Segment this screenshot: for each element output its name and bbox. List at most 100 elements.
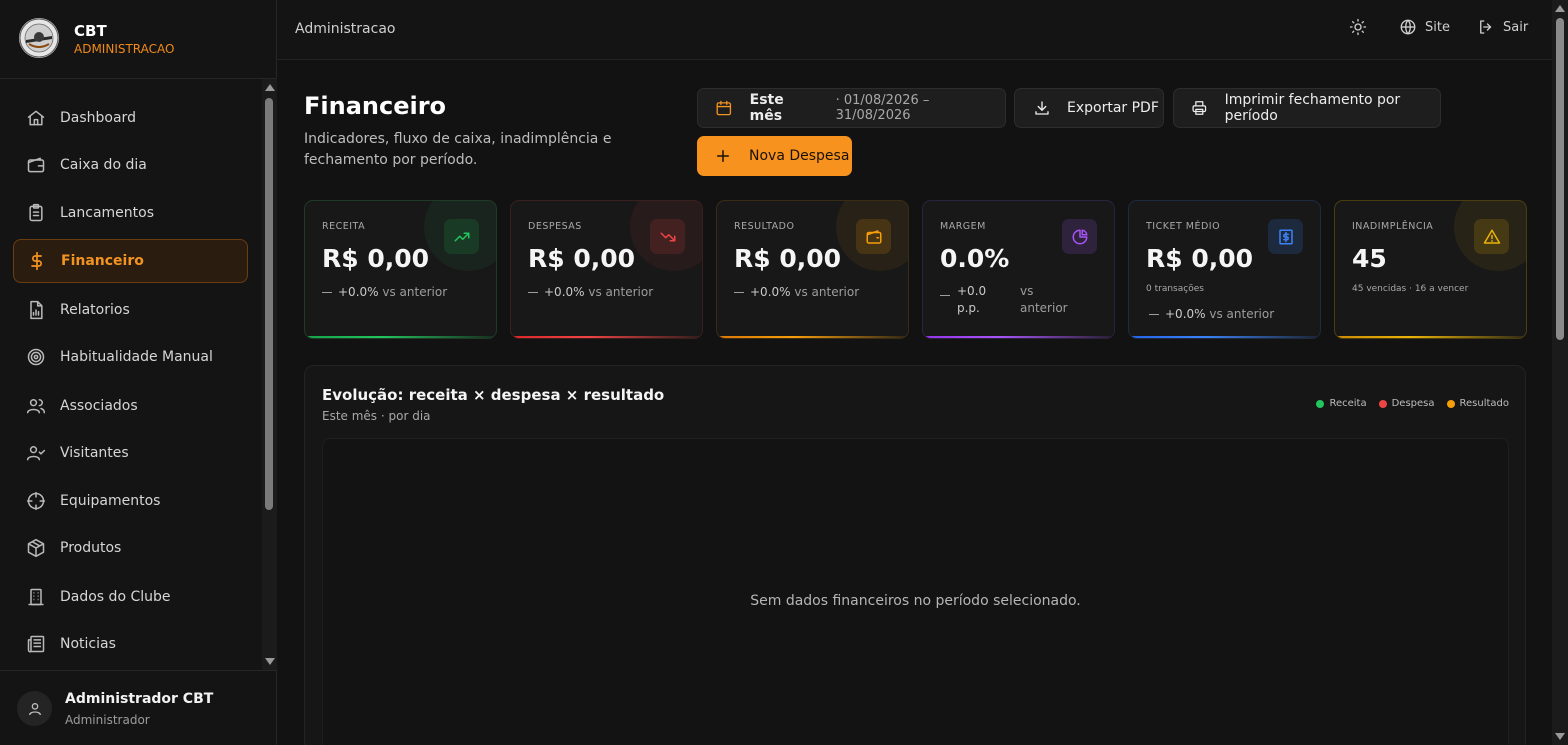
- period-selector-button[interactable]: Este mês · 01/08/2026 – 31/08/2026: [697, 88, 1006, 128]
- download-icon: [1035, 101, 1049, 115]
- building-icon: [26, 587, 46, 607]
- new-expense-label: Nova Despesa: [749, 148, 850, 164]
- kpi-label: INADIMPLÊNCIA: [1352, 221, 1434, 232]
- site-label: Site: [1425, 19, 1450, 35]
- sidebar-item-equipamentos[interactable]: Equipamentos: [13, 479, 248, 523]
- logout-icon: [1480, 20, 1492, 34]
- kpi-delta: +0.0% vs anterior: [528, 285, 653, 299]
- legend-item-resultado: Resultado: [1446, 398, 1509, 409]
- brand-subtitle: ADMINISTRACAO: [74, 42, 175, 56]
- wallet-icon: [26, 155, 46, 175]
- report-icon: [26, 300, 46, 320]
- kpi-card-resultado: RESULTADO R$ 0,00 +0.0% vs anterior: [716, 200, 909, 339]
- clipboard-list-icon: [26, 203, 46, 223]
- print-closing-button[interactable]: Imprimir fechamento por período: [1173, 88, 1441, 128]
- user-role: Administrador: [65, 713, 150, 727]
- pie-chart-icon: [1062, 219, 1097, 254]
- evolution-chart-panel: Evolução: receita × despesa × resultado …: [304, 365, 1526, 745]
- topbar: Administracao Site Sair: [277, 0, 1552, 60]
- home-icon: [26, 108, 46, 128]
- sidebar-item-dashboard[interactable]: Dashboard: [13, 96, 248, 140]
- kpi-label: MARGEM: [940, 221, 986, 232]
- sidebar-item-label: Caixa do dia: [60, 157, 147, 173]
- kpi-value: R$ 0,00: [1146, 244, 1254, 273]
- sidebar-item-associados[interactable]: Associados: [13, 384, 248, 428]
- sidebar-item-relatorios[interactable]: Relatorios: [13, 288, 248, 332]
- sidebar-item-label: Equipamentos: [60, 493, 161, 509]
- brand-title: CBT: [74, 22, 107, 40]
- printer-icon: [1192, 101, 1207, 115]
- kpi-card-inadimplencia: INADIMPLÊNCIA 45 45 vencidas · 16 a venc…: [1334, 200, 1527, 339]
- sidebar-item-produtos[interactable]: Produtos: [13, 526, 248, 570]
- user-check-icon: [26, 443, 46, 463]
- sidebar-item-label: Lancamentos: [60, 205, 155, 221]
- kpi-value: R$ 0,00: [528, 244, 636, 273]
- wallet-icon: [856, 219, 891, 254]
- new-expense-button[interactable]: Nova Despesa: [697, 136, 852, 176]
- scroll-down-icon[interactable]: [265, 658, 275, 665]
- kpi-note: 45 vencidas · 16 a vencer: [1352, 284, 1469, 294]
- scrollbar-thumb[interactable]: [1556, 18, 1564, 340]
- sidebar-item-lancamentos[interactable]: Lancamentos: [13, 191, 248, 235]
- kpi-note: 0 transações: [1146, 284, 1204, 294]
- sun-icon: [1349, 18, 1367, 36]
- crosshair-icon: [26, 491, 46, 511]
- scroll-up-icon[interactable]: [265, 84, 275, 91]
- export-pdf-label: Exportar PDF: [1067, 100, 1159, 116]
- sidebar-item-noticias[interactable]: Noticias: [13, 622, 248, 666]
- app-root: CBT ADMINISTRACAO Dashboard Caixa do dia…: [0, 0, 1568, 745]
- dollar-icon: [27, 251, 47, 271]
- sidebar-item-dados-do-clube[interactable]: Dados do Clube: [13, 575, 248, 619]
- kpi-value: R$ 0,00: [322, 244, 430, 273]
- legend-item-despesa: Despesa: [1378, 398, 1435, 409]
- site-button[interactable]: Site: [1399, 18, 1450, 36]
- sidebar: CBT ADMINISTRACAO Dashboard Caixa do dia…: [0, 0, 277, 745]
- kpi-label: RECEITA: [322, 221, 366, 232]
- sidebar-item-label: Associados: [60, 398, 138, 414]
- sidebar-scrollbar[interactable]: [262, 79, 277, 670]
- kpi-card-margem: MARGEM 0.0% +0.0 p.p. vs anterior: [922, 200, 1115, 339]
- users-icon: [26, 396, 46, 416]
- sidebar-item-label: Habitualidade Manual: [60, 349, 213, 365]
- scroll-up-icon[interactable]: [1555, 5, 1565, 12]
- kpi-value: 45: [1352, 244, 1387, 273]
- trending-up-icon: [444, 219, 479, 254]
- brand: CBT ADMINISTRACAO: [0, 0, 277, 79]
- package-icon: [26, 538, 46, 558]
- period-range: · 01/08/2026 – 31/08/2026: [835, 93, 930, 123]
- chart-area: Sem dados financeiros no período selecio…: [322, 438, 1509, 745]
- user-panel[interactable]: Administrador CBT Administrador: [0, 670, 277, 745]
- print-closing-label: Imprimir fechamento por período: [1224, 92, 1401, 124]
- kpi-card-receita: RECEITA R$ 0,00 +0.0% vs anterior: [304, 200, 497, 339]
- scrollbar-thumb[interactable]: [265, 98, 273, 510]
- club-logo: [19, 18, 59, 58]
- kpi-label: TICKET MÉDIO: [1146, 221, 1221, 232]
- user-name: Administrador CBT: [65, 691, 214, 707]
- sidebar-item-habitualidade-manual[interactable]: Habitualidade Manual: [13, 335, 248, 379]
- logout-button[interactable]: Sair: [1477, 18, 1528, 36]
- sidebar-item-financeiro[interactable]: Financeiro: [13, 239, 248, 283]
- scroll-down-icon[interactable]: [1555, 733, 1565, 740]
- page-scrollbar[interactable]: [1552, 0, 1568, 745]
- theme-toggle-button[interactable]: [1349, 18, 1367, 36]
- kpi-value: R$ 0,00: [734, 244, 842, 273]
- sidebar-item-label: Produtos: [60, 540, 122, 556]
- kpi-card-despesas: DESPESAS R$ 0,00 +0.0% vs anterior: [510, 200, 703, 339]
- kpi-label: DESPESAS: [528, 221, 582, 232]
- warning-icon: [1474, 219, 1509, 254]
- calendar-icon: [716, 100, 732, 116]
- page-title: Financeiro: [304, 92, 447, 120]
- receipt-dollar-icon: [1268, 219, 1303, 254]
- plus-icon: [717, 150, 729, 162]
- kpi-value: 0.0%: [940, 244, 1010, 273]
- breadcrumb: Administracao: [295, 21, 396, 37]
- kpi-delta: +0.0% vs anterior: [322, 285, 447, 299]
- kpi-label: RESULTADO: [734, 221, 795, 232]
- newspaper-icon: [26, 634, 46, 654]
- export-pdf-button[interactable]: Exportar PDF: [1014, 88, 1164, 128]
- kpi-delta: +0.0% vs anterior: [1149, 307, 1274, 321]
- sidebar-item-visitantes[interactable]: Visitantes: [13, 431, 248, 475]
- sidebar-item-label: Financeiro: [61, 253, 144, 269]
- sidebar-item-label: Dados do Clube: [60, 589, 171, 605]
- sidebar-item-caixa-do-dia[interactable]: Caixa do dia: [13, 143, 248, 187]
